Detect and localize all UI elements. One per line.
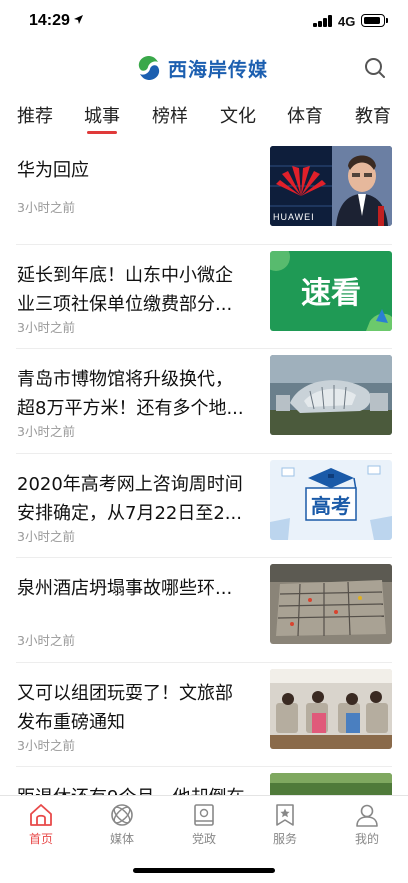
news-title: 延长到年底！山东中小微企 业三项社保单位缴费部分... <box>17 264 233 315</box>
tabbar-label: 首页 <box>28 832 53 846</box>
news-item[interactable]: 2020年高考网上咨询周时间 安排确定，从7月22日至2... 3小时之前 高考 <box>16 454 392 558</box>
home-indicator <box>133 868 275 873</box>
tabbar-home[interactable]: 首页 <box>11 802 71 847</box>
news-item[interactable]: 泉州酒店坍塌事故哪些环... 3小时之前 <box>16 558 392 663</box>
news-title: 泉州酒店坍塌事故哪些环... <box>17 578 233 599</box>
news-item[interactable]: 华为回应 3小时之前 HUAWEI <box>16 140 392 245</box>
news-time: 3小时之前 <box>17 200 75 215</box>
location-arrow-icon <box>74 15 83 24</box>
news-title: 华为回应 <box>17 160 89 181</box>
tab-culture[interactable]: 文化 <box>220 102 256 128</box>
news-thumbnail: HUAWEI <box>270 146 392 226</box>
news-item[interactable]: 延长到年底！山东中小微企 业三项社保单位缴费部分... 3小时之前 速看 <box>16 245 392 349</box>
news-item[interactable]: 青岛市博物馆将升级换代， 超8万平方米！还有多个地... 3小时之前 <box>16 349 392 454</box>
category-tabs: 推荐 城事 榜样 文化 体育 教育 <box>0 96 408 136</box>
logo-text: 西海岸传媒 <box>168 58 269 81</box>
news-title: 青岛市博物馆将升级换代， 超8万平方米！还有多个地... <box>17 369 244 419</box>
tabbar-label: 媒体 <box>109 832 134 846</box>
news-item[interactable]: 又可以组团玩耍了！文旅部 发布重磅通知 3小时之前 <box>16 663 392 767</box>
profile-icon <box>356 804 378 827</box>
media-icon <box>111 804 133 826</box>
news-thumbnail <box>270 355 392 435</box>
tabbar-profile[interactable]: 我的 <box>337 802 397 847</box>
tab-recommend[interactable]: 推荐 <box>17 102 53 128</box>
news-thumbnail: 高考 <box>270 459 392 540</box>
tabbar-service[interactable]: 服务 <box>255 802 315 847</box>
news-title: 又可以组团玩耍了！文旅部 发布重磅通知 <box>17 682 233 733</box>
news-list: 华为回应 3小时之前 HUAWEI 延长到年底！山东中小微企 业三项社保单位缴费… <box>0 140 408 795</box>
svg-text:HUAWEI: HUAWEI <box>273 212 315 222</box>
thumb-caption: 速看 <box>301 276 361 311</box>
news-title: 距退休还有9个月，他却倒在 <box>17 783 257 795</box>
tab-models[interactable]: 榜样 <box>152 102 188 128</box>
party-book-icon <box>194 804 214 826</box>
home-icon <box>30 804 52 826</box>
tabbar-label: 服务 <box>272 832 297 846</box>
tab-education[interactable]: 教育 <box>355 102 391 128</box>
tabbar-label: 我的 <box>354 832 379 846</box>
tabbar-label: 党政 <box>191 832 216 846</box>
news-time: 3小时之前 <box>17 319 75 335</box>
news-thumbnail <box>270 773 392 795</box>
tabbar-media[interactable]: 媒体 <box>92 802 152 847</box>
news-time: 3小时之前 <box>17 424 75 439</box>
service-star-icon <box>276 804 294 826</box>
app-logo: 西海岸传媒 <box>134 53 268 83</box>
tab-sports[interactable]: 体育 <box>287 102 323 128</box>
news-time: 3小时之前 <box>17 737 75 753</box>
app-header: 西海岸传媒 <box>0 48 408 90</box>
active-tab-indicator <box>87 131 117 134</box>
news-time: 3小时之前 <box>17 633 75 648</box>
thumb-caption: 高考 <box>311 494 351 518</box>
news-time: 3小时之前 <box>17 528 75 544</box>
news-thumbnail: 速看 <box>270 250 392 331</box>
cellular-signal-icon <box>313 15 333 27</box>
news-title: 2020年高考网上咨询周时间 安排确定，从7月22日至2... <box>17 473 243 524</box>
news-thumbnail <box>270 564 392 644</box>
news-item[interactable]: 距退休还有9个月，他却倒在 <box>16 767 392 795</box>
battery-icon <box>361 14 388 27</box>
logo-mark-icon <box>138 56 160 80</box>
news-thumbnail <box>270 668 392 749</box>
search-icon[interactable] <box>362 55 388 81</box>
status-time: 14:29 <box>29 12 70 29</box>
tabbar-party[interactable]: 党政 <box>174 802 234 847</box>
status-bar: 14:29 4G <box>0 0 408 44</box>
tab-city[interactable]: 城事 <box>84 102 120 128</box>
network-type: 4G <box>338 14 356 29</box>
